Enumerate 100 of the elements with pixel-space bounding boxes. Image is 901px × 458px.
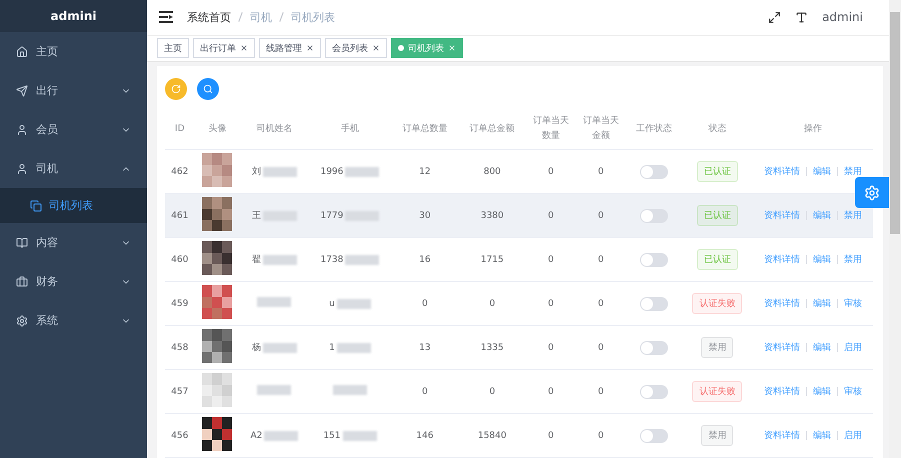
redaction-mark: [345, 166, 380, 176]
action-link[interactable]: 审核: [844, 385, 862, 398]
redaction-mark: [257, 297, 292, 307]
action-link[interactable]: 资料详情: [764, 297, 800, 310]
table-cell: 0: [526, 194, 576, 238]
action-link[interactable]: 资料详情: [764, 165, 800, 178]
driver-name: 刘: [252, 166, 261, 178]
search-button[interactable]: [197, 78, 219, 100]
table-cell: 0: [458, 282, 526, 326]
menu-item[interactable]: 会员: [0, 110, 147, 149]
table-cell: 0: [526, 150, 576, 194]
action-link[interactable]: 编辑: [813, 209, 831, 222]
action-link[interactable]: 编辑: [813, 385, 831, 398]
scrollbar-thumb[interactable]: [890, 12, 900, 234]
table-cell: 0: [526, 238, 576, 282]
redaction-mark: [264, 430, 298, 440]
close-icon[interactable]: [372, 44, 380, 52]
status-tag: 禁用: [701, 337, 734, 358]
table-cell: 462: [165, 150, 194, 194]
redaction-mark: [257, 385, 292, 395]
action-link[interactable]: 编辑: [813, 253, 831, 266]
table-cell: 0: [458, 370, 526, 414]
toggle-switch[interactable]: [640, 296, 668, 310]
close-icon[interactable]: [306, 44, 314, 52]
action-link[interactable]: 禁用: [844, 253, 862, 266]
table-cell: 461: [165, 194, 194, 238]
settings-icon: [16, 314, 28, 326]
table-cell: 0: [526, 414, 576, 458]
toggle-switch[interactable]: [640, 384, 668, 398]
table-cell: 0: [576, 150, 626, 194]
redaction-mark: [345, 254, 380, 264]
table-cell: 12: [391, 150, 459, 194]
menu-item[interactable]: 财务: [0, 262, 147, 301]
table-cell: 30: [391, 194, 459, 238]
tab[interactable]: 主页: [157, 38, 189, 58]
action-link[interactable]: 编辑: [813, 429, 831, 442]
action-link[interactable]: 编辑: [813, 297, 831, 310]
action-link[interactable]: 禁用: [844, 165, 862, 178]
book-icon: [16, 236, 28, 248]
toggle-switch[interactable]: [640, 252, 668, 266]
user-name[interactable]: admini: [822, 10, 863, 24]
toggle-switch[interactable]: [640, 208, 668, 222]
briefcase-icon: [16, 276, 28, 288]
action-link[interactable]: 启用: [844, 341, 862, 354]
menu-item[interactable]: 系统: [0, 301, 147, 340]
status-tag: 已认证: [696, 249, 738, 270]
action-link[interactable]: 禁用: [844, 209, 862, 222]
submenu-item[interactable]: 司机列表: [0, 188, 147, 223]
redaction-mark: [332, 385, 367, 395]
toggle-switch[interactable]: [640, 340, 668, 354]
breadcrumb-item[interactable]: 系统首页: [187, 10, 231, 25]
toggle-switch[interactable]: [640, 428, 668, 442]
redaction-mark: [262, 254, 297, 264]
action-link[interactable]: 资料详情: [764, 209, 800, 222]
action-link[interactable]: 资料详情: [764, 341, 800, 354]
tab[interactable]: 出行订单: [193, 38, 255, 58]
settings-button[interactable]: [855, 177, 889, 208]
action-link[interactable]: 资料详情: [764, 385, 800, 398]
status-tag: 已认证: [696, 205, 738, 226]
fullscreen-icon[interactable]: [768, 10, 782, 24]
table-cell: 458: [165, 326, 194, 370]
tab[interactable]: 司机列表: [391, 38, 463, 58]
status-tag: 认证失败: [692, 381, 742, 402]
menu-item[interactable]: 司机: [0, 149, 147, 188]
menu-item[interactable]: 主页: [0, 32, 147, 71]
list-icon: [30, 200, 42, 212]
table-cell: 0: [526, 326, 576, 370]
toggle-switch[interactable]: [640, 164, 668, 178]
user-icon: [16, 162, 28, 174]
phone-number: 1996: [320, 166, 344, 176]
refresh-button[interactable]: [165, 78, 187, 100]
menu-icon[interactable]: [159, 11, 173, 24]
menu-item[interactable]: 内容: [0, 223, 147, 262]
redaction-mark: [336, 342, 371, 352]
phone-number: 1738: [320, 254, 344, 264]
tab[interactable]: 会员列表: [325, 38, 387, 58]
font-size-icon[interactable]: [795, 10, 808, 24]
menu-item[interactable]: 出行: [0, 71, 147, 110]
action-link[interactable]: 资料详情: [764, 253, 800, 266]
table-cell: 460: [165, 238, 194, 282]
send-icon: [16, 84, 28, 96]
redaction-mark: [262, 166, 297, 176]
phone-number: 151: [323, 430, 341, 440]
brand-title: admini: [0, 0, 147, 32]
table-cell: 0: [391, 370, 459, 414]
action-link[interactable]: 审核: [844, 297, 862, 310]
action-link[interactable]: 编辑: [813, 341, 831, 354]
breadcrumb-item[interactable]: 司机: [250, 10, 272, 25]
tab[interactable]: 线路管理: [259, 38, 321, 58]
driver-name: 杨: [252, 342, 261, 354]
action-link[interactable]: 启用: [844, 429, 862, 442]
table-cell: 459: [165, 282, 194, 326]
action-link[interactable]: 编辑: [813, 165, 831, 178]
action-link[interactable]: 资料详情: [764, 429, 800, 442]
table-cell: 0: [576, 326, 626, 370]
close-icon[interactable]: [240, 44, 248, 52]
table-cell: 1335: [458, 326, 526, 370]
table-cell: 0: [391, 282, 459, 326]
table-cell: 456: [165, 414, 194, 458]
table-cell: 0: [576, 282, 626, 326]
